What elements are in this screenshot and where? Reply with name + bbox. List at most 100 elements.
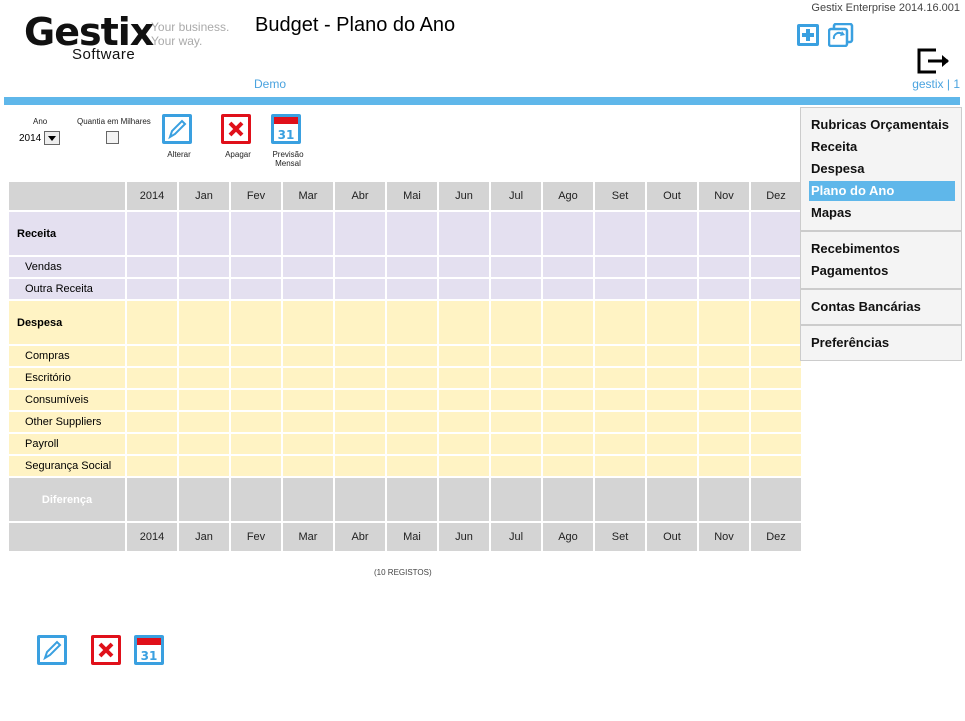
- sidebar-item-preferencias[interactable]: Preferências: [809, 333, 955, 353]
- row-label: Other Suppliers: [9, 412, 125, 432]
- row-label: Segurança Social: [9, 456, 125, 476]
- refresh-icon: [827, 22, 854, 48]
- difference-label: Diferença: [9, 478, 125, 521]
- year-value: 2014: [19, 132, 42, 144]
- col-footer: Jul: [491, 523, 541, 551]
- col-footer: Abr: [335, 523, 385, 551]
- footer-corner: [9, 523, 125, 551]
- year-label: Ano: [33, 117, 48, 126]
- col-footer: Dez: [751, 523, 801, 551]
- logo-tagline-1: Your business.: [151, 20, 230, 34]
- header-corner: [9, 182, 125, 210]
- row-label: Consumíveis: [9, 390, 125, 410]
- group-label-receita: Receita: [9, 212, 125, 255]
- logout-icon: [917, 48, 949, 74]
- table-row[interactable]: Compras: [9, 346, 801, 366]
- refresh-button[interactable]: [827, 22, 854, 48]
- add-window-button[interactable]: [796, 23, 820, 47]
- delete-button-bottom[interactable]: [90, 634, 122, 671]
- col-footer: Mar: [283, 523, 333, 551]
- col-header[interactable]: Set: [595, 182, 645, 210]
- sidebar-item-receita[interactable]: Receita: [809, 137, 955, 157]
- table-row[interactable]: Escritório: [9, 368, 801, 388]
- sidebar-item-recebimentos[interactable]: Recebimentos: [809, 239, 955, 259]
- sidebar-item-mapas[interactable]: Mapas: [809, 203, 955, 223]
- table-row[interactable]: Consumíveis: [9, 390, 801, 410]
- edit-button[interactable]: Alterar: [161, 113, 197, 159]
- add-icon: [797, 24, 819, 46]
- row-label: Outra Receita: [9, 279, 125, 299]
- monthly-forecast-button-bottom[interactable]: 31: [133, 634, 165, 671]
- header-band: [4, 97, 960, 105]
- edit-button-bottom[interactable]: [36, 634, 68, 671]
- sidebar-item-pagamentos[interactable]: Pagamentos: [809, 261, 955, 281]
- sidebar-divider: [801, 288, 961, 290]
- table-header: 2014 Jan Fev Mar Abr Mai Jun Jul Ago Set…: [9, 182, 801, 210]
- logo-subtext: Software: [72, 46, 136, 63]
- table-row[interactable]: Other Suppliers: [9, 412, 801, 432]
- col-footer: Set: [595, 523, 645, 551]
- table-row: Diferença: [9, 478, 801, 521]
- monthly-forecast-button[interactable]: 31 Previsão Mensal: [270, 113, 306, 168]
- sidebar-divider: [801, 230, 961, 232]
- col-header[interactable]: Jun: [439, 182, 489, 210]
- col-header[interactable]: Fev: [231, 182, 281, 210]
- pencil-icon: [162, 114, 192, 144]
- pencil-icon: [37, 635, 67, 665]
- col-footer: Ago: [543, 523, 593, 551]
- table-row[interactable]: Outra Receita: [9, 279, 801, 299]
- col-header[interactable]: 2014: [127, 182, 177, 210]
- version-label: Gestix Enterprise 2014.16.001: [811, 2, 960, 14]
- col-header[interactable]: Jan: [179, 182, 229, 210]
- budget-table: 2014 Jan Fev Mar Abr Mai Jun Jul Ago Set…: [7, 180, 803, 553]
- col-header[interactable]: Jul: [491, 182, 541, 210]
- calendar-day: 31: [278, 128, 295, 142]
- delete-button[interactable]: Apagar: [220, 113, 256, 159]
- col-footer: Jan: [179, 523, 229, 551]
- calendar-icon: 31: [134, 635, 164, 665]
- col-header[interactable]: Mai: [387, 182, 437, 210]
- sidebar-item-rubricas[interactable]: Rubricas Orçamentais: [809, 115, 955, 135]
- sidebar-item-despesa[interactable]: Despesa: [809, 159, 955, 179]
- thousands-checkbox[interactable]: [106, 131, 119, 144]
- calendar-day: 31: [141, 649, 158, 663]
- page-title: Budget - Plano do Ano: [255, 14, 456, 36]
- col-footer: Out: [647, 523, 697, 551]
- table-row: Despesa: [9, 301, 801, 344]
- delete-icon: [91, 635, 121, 665]
- col-footer: 2014: [127, 523, 177, 551]
- forecast-label-2: Mensal: [275, 159, 301, 168]
- thousands-label: Quantia em Milhares: [77, 117, 151, 126]
- row-label: Compras: [9, 346, 125, 366]
- delete-label: Apagar: [225, 150, 251, 159]
- sidebar-menu: Rubricas Orçamentais Receita Despesa Pla…: [800, 107, 962, 361]
- col-footer: Nov: [699, 523, 749, 551]
- group-label-despesa: Despesa: [9, 301, 125, 344]
- col-footer: Jun: [439, 523, 489, 551]
- edit-label: Alterar: [167, 150, 191, 159]
- record-count: (10 REGISTOS): [374, 568, 432, 577]
- col-header[interactable]: Abr: [335, 182, 385, 210]
- year-select[interactable]: 2014: [19, 131, 61, 145]
- forecast-label-1: Previsão: [272, 150, 304, 159]
- delete-icon: [221, 114, 251, 144]
- table-row[interactable]: Segurança Social: [9, 456, 801, 476]
- table-row[interactable]: Vendas: [9, 257, 801, 277]
- col-footer: Fev: [231, 523, 281, 551]
- logo-tagline-2: Your way.: [151, 34, 203, 48]
- col-header[interactable]: Nov: [699, 182, 749, 210]
- col-header[interactable]: Ago: [543, 182, 593, 210]
- col-header[interactable]: Out: [647, 182, 697, 210]
- col-header[interactable]: Dez: [751, 182, 801, 210]
- chevron-down-icon[interactable]: [44, 131, 61, 145]
- sidebar-item-plano-do-ano[interactable]: Plano do Ano: [809, 181, 955, 201]
- sidebar-item-contas-bancarias[interactable]: Contas Bancárias: [809, 297, 955, 317]
- logout-button[interactable]: [916, 47, 952, 80]
- company-link[interactable]: Demo: [254, 77, 286, 91]
- table-row[interactable]: Payroll: [9, 434, 801, 454]
- row-label: Payroll: [9, 434, 125, 454]
- col-header[interactable]: Mar: [283, 182, 333, 210]
- row-label: Vendas: [9, 257, 125, 277]
- calendar-icon: 31: [271, 114, 301, 144]
- sidebar-divider: [801, 324, 961, 326]
